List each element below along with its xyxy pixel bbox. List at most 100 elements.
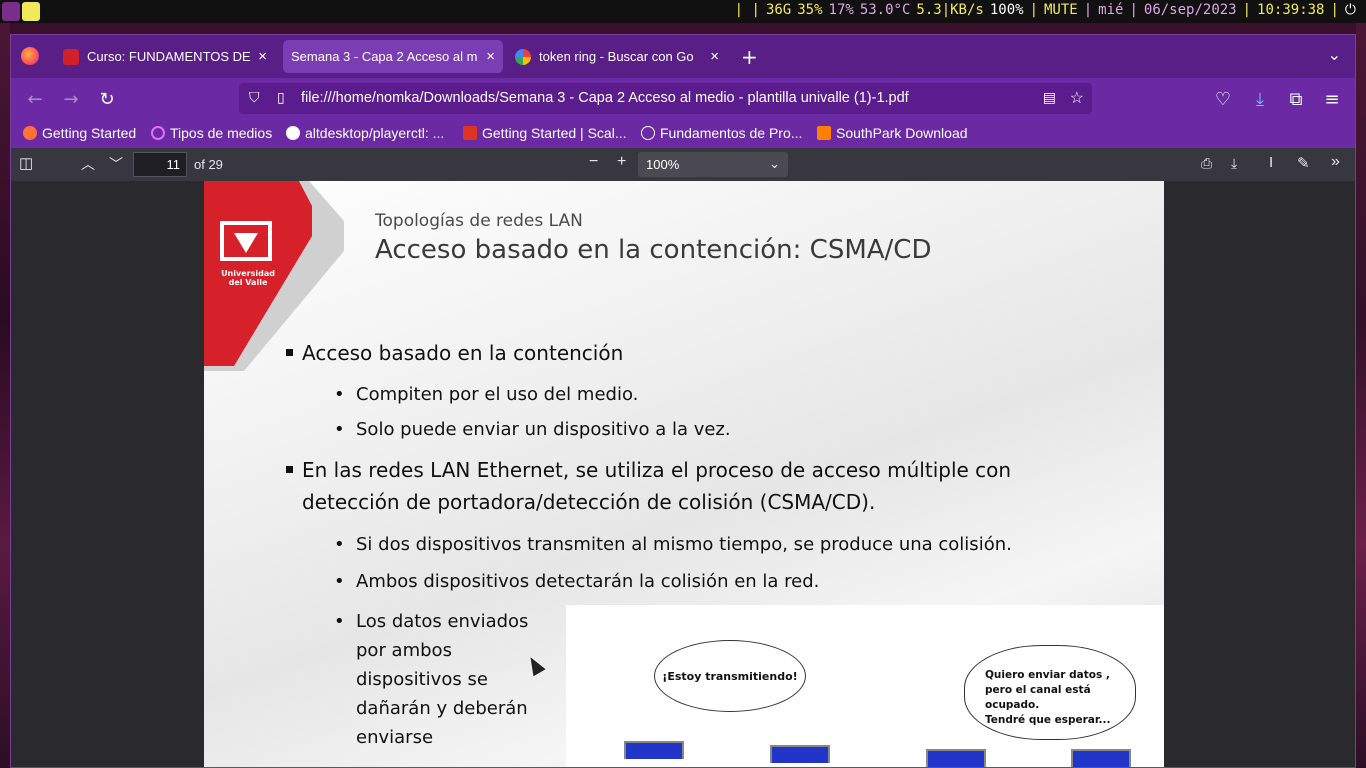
desktop-background (0, 23, 10, 768)
page-number-input[interactable]: 11 (133, 152, 187, 177)
bookmark-label: SouthPark Download (836, 125, 968, 141)
new-tab-button[interactable]: + (741, 45, 758, 69)
laptop-icon (1071, 749, 1131, 767)
speech-bubble-transmitting: ¡Estoy transmitiendo! (654, 640, 806, 712)
bullet-level1-continuation: detección de portadora/detección de coli… (302, 490, 876, 514)
tab-bar: Curso: FUNDAMENTOS DE × Semana 3 - Capa … (11, 35, 1355, 78)
power-icon[interactable]: ⏻ (1345, 2, 1356, 18)
page-count: of 29 (194, 157, 223, 172)
save-icon[interactable]: ⤓ (1231, 155, 1237, 172)
bullet-square-icon (286, 466, 293, 473)
extensions-icon[interactable]: ⧉ (1284, 87, 1308, 111)
day-name: mié (1098, 2, 1124, 18)
next-page-icon[interactable]: ﹀ (109, 154, 123, 174)
bookmark-tipos-de-medios[interactable]: Tipos de medios (151, 125, 272, 141)
bullet-continuation: por ambos (356, 640, 452, 661)
separator: | (1242, 2, 1252, 18)
shield-icon[interactable]: ⛉ (249, 89, 260, 106)
scala-icon (463, 126, 477, 140)
more-tools-icon[interactable]: » (1331, 153, 1340, 171)
workspace-icon[interactable] (22, 2, 40, 21)
mem-usage: 35% (797, 2, 823, 18)
downloads-icon[interactable]: ⤓ (1248, 87, 1272, 111)
bookmark-playerctl[interactable]: altdesktop/playerctl: ... (286, 125, 444, 141)
bullet-level2: • Ambos dispositivos detectarán la colisi… (334, 571, 819, 592)
bullet-level1: En las redes LAN Ethernet, se utiliza el… (286, 458, 1012, 482)
pdf-toolbar: ◫ ︿ ﹀ 11 of 29 − + 100% ⌄ ⎙ ⤓ I ✎ » (11, 148, 1355, 181)
list-all-tabs-icon[interactable]: ⌄ (1328, 45, 1341, 64)
clock: 10:39:38 (1257, 2, 1325, 18)
bookmark-label: Getting Started | Scal... (482, 125, 627, 141)
volume-status[interactable]: MUTE (1044, 2, 1078, 18)
separator: | (1029, 2, 1038, 18)
url-text[interactable]: file:///home/nomka/Downloads/Semana 3 - … (301, 90, 909, 106)
laptop-icon (926, 749, 986, 767)
circle-icon (151, 126, 165, 140)
bullet-level1: Acceso basado en la contención (286, 341, 623, 365)
reader-view-icon[interactable]: ▤ (1043, 89, 1056, 106)
print-icon[interactable]: ⎙ (1201, 155, 1212, 172)
bullet-continuation: dañarán y deberán (356, 698, 528, 719)
github-icon (286, 126, 300, 140)
back-button[interactable]: ← (23, 87, 47, 111)
tab-token-ring[interactable]: token ring - Buscar con Go × (507, 40, 727, 73)
date: 06/sep/2023 (1143, 2, 1237, 18)
tab-semana3[interactable]: Semana 3 - Capa 2 Acceso al m × (283, 40, 503, 73)
zoom-out-button[interactable]: − (589, 153, 598, 171)
pdf-viewer[interactable]: Universidad del Valle Topologías de rede… (11, 181, 1355, 767)
bookmark-label: Fundamentos de Pro... (660, 125, 803, 141)
reload-button[interactable]: ↻ (95, 87, 119, 111)
net-speed: 5.3|KB/s (916, 2, 984, 18)
text-select-icon[interactable]: I (1269, 154, 1273, 171)
previous-page-icon[interactable]: ︿ (81, 154, 95, 174)
forward-button[interactable]: → (59, 87, 83, 111)
csma-cd-diagram: ¡Estoy transmitiendo! Quiero enviar dato… (566, 605, 1164, 767)
bullet-text: En las redes LAN Ethernet, se utiliza el… (302, 458, 1012, 482)
logo-ribbon-icon (204, 181, 344, 371)
zoom-value: 100% (646, 157, 680, 172)
disk-usage: 36G (765, 2, 792, 18)
firefox-menu-icon[interactable] (21, 47, 39, 65)
university-name: Universidad del Valle (221, 269, 275, 287)
status-segments: | | 36G 35% 17% 53.0°C 5.3|KB/s 100% | M… (735, 2, 1356, 18)
laptop-icon (624, 741, 684, 759)
bullet-text: Compiten por el uso del medio. (356, 384, 639, 405)
bookmark-scala[interactable]: Getting Started | Scal... (463, 125, 626, 141)
system-status-bar: | | 36G 35% 17% 53.0°C 5.3|KB/s 100% | M… (0, 0, 1366, 23)
address-bar[interactable]: ⛉ ▯ file:///home/nomka/Downloads/Semana … (239, 83, 1092, 114)
bookmark-label: Getting Started (42, 125, 137, 141)
tab-curso[interactable]: Curso: FUNDAMENTOS DE × (55, 40, 275, 73)
bookmark-fundamentos[interactable]: Fundamentos de Pro... (641, 125, 802, 141)
bullet-text: Si dos dispositivos transmiten al mismo … (356, 534, 1012, 555)
blogger-icon (817, 126, 831, 140)
page-icon: ▯ (277, 89, 285, 105)
bookmark-southpark[interactable]: SouthPark Download (817, 125, 968, 141)
bullet-dot-icon: • (334, 384, 345, 405)
separator: | (1330, 2, 1339, 18)
cpu-usage: 17% (828, 2, 854, 18)
zoom-in-button[interactable]: + (617, 153, 626, 171)
bullet-dot-icon: • (334, 611, 345, 632)
bullet-dot-icon: • (334, 571, 345, 592)
hamburger-menu-icon[interactable]: ≡ (1320, 87, 1344, 111)
thought-bubble-waiting: Quiero enviar datos , pero el canal está… (964, 645, 1136, 740)
sidebar-toggle-icon[interactable]: ◫ (19, 154, 33, 172)
bullet-level2: • Compiten por el uso del medio. (334, 384, 639, 405)
slide-subtitle: Topologías de redes LAN (375, 211, 583, 231)
close-tab-icon[interactable]: × (258, 48, 267, 65)
bullet-continuation: enviarse (356, 727, 434, 748)
bookmark-getting-started[interactable]: Getting Started (23, 125, 136, 141)
draw-icon[interactable]: ✎ (1297, 154, 1310, 172)
close-tab-icon[interactable]: × (486, 48, 495, 65)
close-tab-icon[interactable]: × (710, 48, 719, 65)
bullet-dot-icon: • (334, 419, 345, 440)
laptop-icon (770, 745, 830, 763)
bullet-square-icon (286, 349, 293, 356)
bookmark-star-icon[interactable]: ☆ (1070, 88, 1084, 108)
pocket-icon[interactable]: ♡ (1211, 87, 1235, 111)
tab-label: Curso: FUNDAMENTOS DE (87, 49, 251, 64)
zoom-select[interactable]: 100% ⌄ (638, 152, 788, 177)
navigation-toolbar: ← → ↻ ⛉ ▯ file:///home/nomka/Downloads/S… (11, 78, 1355, 119)
terminal-icon[interactable] (2, 2, 20, 21)
bullet-text: Los datos enviados (356, 611, 529, 632)
